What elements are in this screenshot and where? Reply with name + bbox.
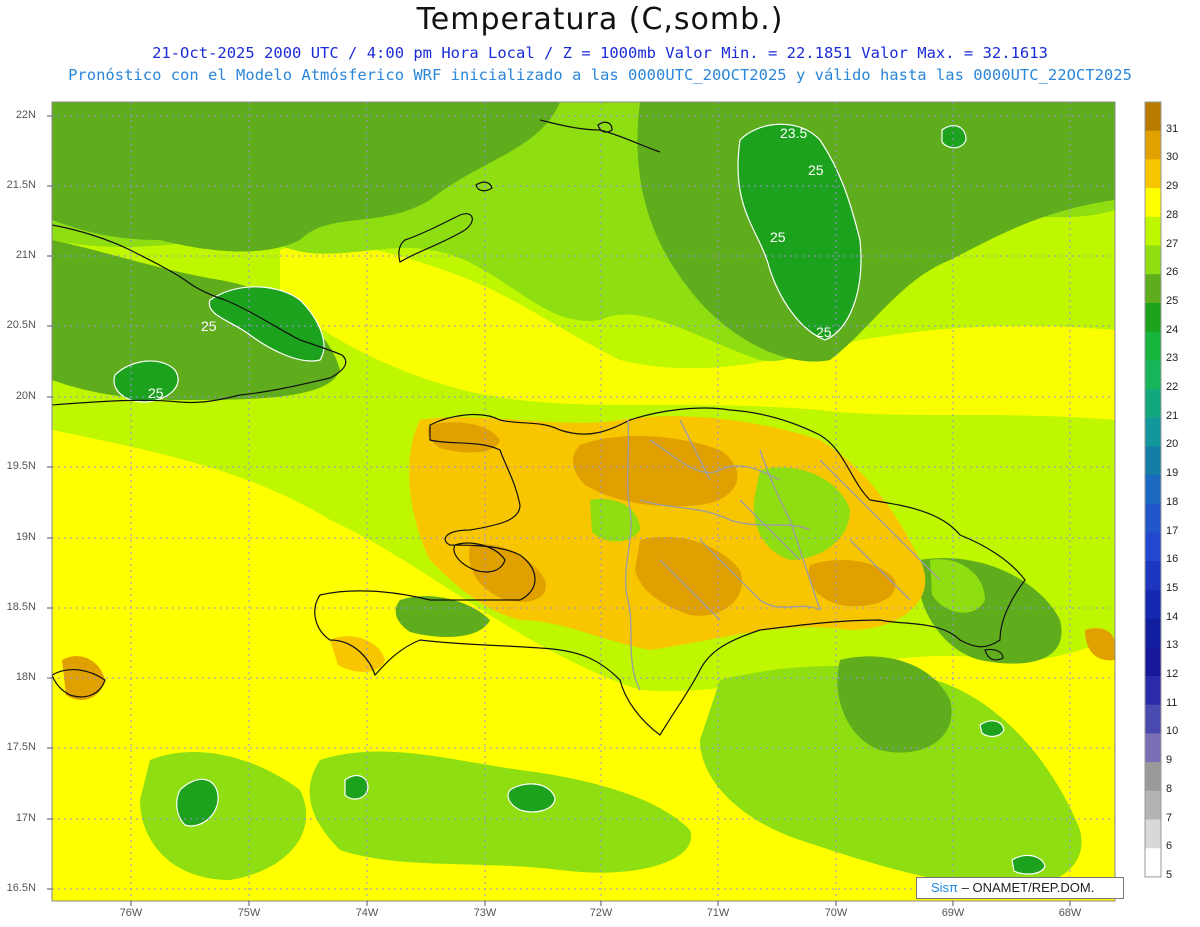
colorbar-swatch — [1145, 503, 1161, 533]
colorbar-label: 17 — [1166, 524, 1179, 537]
colorbar-swatch — [1145, 302, 1161, 333]
contour-25-se — [979, 720, 1005, 737]
colorbar-label: 29 — [1166, 180, 1179, 193]
colorbar-label: 15 — [1166, 581, 1179, 594]
credit-text: – ONAMET/REP.DOM. — [958, 880, 1095, 895]
lon-label: 72W — [589, 907, 613, 919]
colorbar-label: 21 — [1166, 409, 1179, 422]
colorbar-swatch — [1145, 417, 1161, 447]
colorbar-swatch — [1145, 704, 1161, 734]
colorbar-swatch — [1145, 733, 1161, 763]
lat-label: 20.5N — [6, 319, 36, 331]
colorbar-swatch — [1145, 561, 1161, 591]
lat-label: 17N — [15, 812, 36, 824]
lat-label: 21.5N — [6, 179, 36, 191]
lat-label: 18N — [15, 671, 36, 683]
colorbar-swatch — [1145, 389, 1161, 419]
lon-label: 76W — [119, 907, 143, 919]
credit-box: Sisπ – ONAMET/REP.DOM. — [916, 877, 1124, 899]
colorbar-swatch — [1145, 159, 1161, 189]
contour-25-s2 — [507, 783, 556, 813]
colorbar-swatch — [1145, 589, 1161, 620]
map-title: Temperatura (C,somb.) — [416, 2, 784, 37]
colorbar-label: 7 — [1166, 811, 1173, 824]
contour-25-n — [941, 125, 967, 149]
colorbar-label: 28 — [1166, 208, 1179, 221]
colorbar-swatch — [1145, 102, 1161, 132]
lon-label: 70W — [824, 907, 848, 919]
colorbar-swatch — [1145, 790, 1161, 820]
colorbar-swatch — [1145, 676, 1161, 706]
lat-label: 17.5N — [6, 741, 36, 753]
colorbar-swatch — [1145, 331, 1161, 361]
colorbar-label: 9 — [1166, 754, 1173, 767]
colorbar-label: 30 — [1166, 151, 1179, 164]
colorbar-label: 20 — [1166, 438, 1179, 451]
lat-label: 16.5N — [6, 882, 36, 894]
colorbar-swatch — [1145, 819, 1161, 849]
colorbar-swatch — [1145, 245, 1161, 275]
lon-label: 74W — [355, 907, 379, 919]
colorbar-label: 14 — [1166, 610, 1179, 623]
colorbar-swatch — [1145, 475, 1161, 505]
colorbar-label: 12 — [1166, 668, 1179, 680]
colorbar-label: 13 — [1166, 639, 1179, 652]
lat-label: 19N — [15, 531, 36, 543]
lon-label: 69W — [941, 907, 965, 919]
lat-label: 22N — [15, 109, 36, 121]
colorbar-swatch — [1145, 188, 1161, 218]
colorbar-label: 19 — [1166, 467, 1179, 480]
contour-label: 25 — [148, 385, 164, 401]
colorbar-swatch — [1145, 762, 1161, 792]
contour-label: 25 — [816, 324, 832, 340]
lat-label: 18.5N — [6, 601, 36, 613]
colorbar-label: 24 — [1166, 323, 1179, 336]
colorbar-swatch — [1145, 360, 1161, 390]
colorbar-label: 22 — [1166, 381, 1179, 393]
lon-label: 68W — [1058, 907, 1082, 919]
colorbar-swatch — [1145, 130, 1161, 160]
contour-25-s3 — [344, 774, 369, 800]
lon-label: 71W — [706, 907, 730, 919]
colorbar-swatch — [1145, 647, 1161, 677]
colorbar-label: 16 — [1166, 553, 1179, 566]
subtitle-model-info: Pronóstico con el Modelo Atmósferico WRF… — [68, 66, 1132, 84]
colorbar-label: 8 — [1166, 782, 1173, 795]
colorbar-swatch — [1145, 848, 1161, 878]
contour-label: 25 — [201, 318, 217, 334]
colorbar-label: 11 — [1166, 696, 1178, 709]
contour-label: 25 — [808, 162, 824, 178]
colorbar-label: 5 — [1166, 868, 1173, 881]
colorbar-swatch — [1145, 446, 1161, 476]
colorbar-label: 25 — [1166, 294, 1179, 307]
colorbar — [1144, 101, 1162, 878]
lat-label: 21N — [15, 249, 36, 261]
colorbar-label: 31 — [1166, 122, 1179, 135]
colorbar-label: 10 — [1166, 725, 1179, 738]
colorbar-label: 23 — [1166, 352, 1179, 365]
colorbar-swatch — [1145, 532, 1161, 562]
contour-25-e — [1011, 854, 1046, 875]
contour-label: 23.5 — [780, 125, 807, 141]
subtitle-valid-time: 21-Oct-2025 2000 UTC / 4:00 pm Hora Loca… — [152, 44, 1048, 62]
lon-label: 73W — [473, 907, 497, 919]
temperature-map: 23.5 25 25 25 25 25 — [47, 101, 1162, 906]
colorbar-swatch — [1145, 216, 1161, 246]
lat-label: 19.5N — [6, 460, 36, 472]
colorbar-label: 18 — [1166, 495, 1179, 508]
colorbar-label: 27 — [1166, 237, 1179, 250]
colorbar-swatch — [1145, 274, 1161, 304]
lat-label: 20N — [15, 390, 36, 402]
colorbar-swatch — [1145, 618, 1161, 648]
colorbar-label: 6 — [1166, 840, 1173, 853]
colorbar-label: 26 — [1166, 266, 1179, 279]
credit-brand: Sisπ — [931, 880, 959, 895]
contour-label: 25 — [770, 229, 786, 245]
lon-label: 75W — [237, 907, 261, 919]
